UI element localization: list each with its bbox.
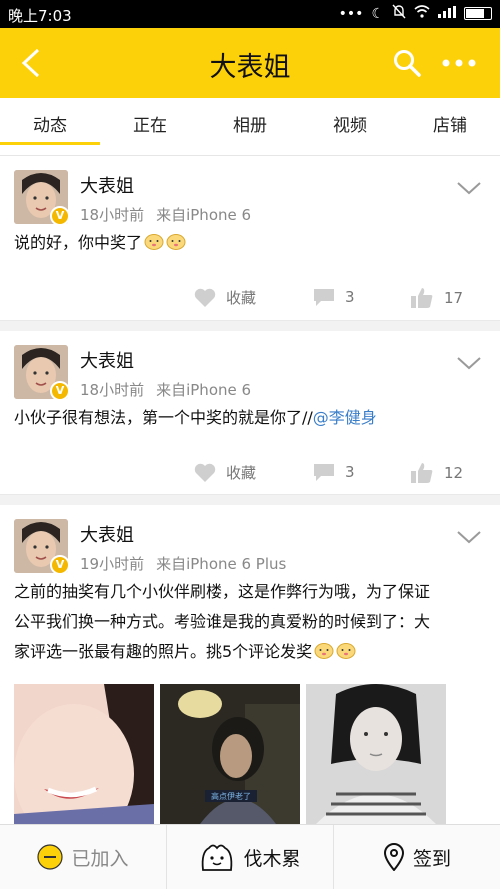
post-text: 小伙子很有想法，第一个中奖的就是你了//@李健身 [14, 403, 377, 433]
checkin-label: 签到 [412, 847, 451, 870]
verified-badge-icon: V [50, 381, 70, 401]
group-label: 伐木累 [243, 847, 301, 870]
like-button[interactable]: 12 [410, 462, 463, 484]
photo-caption: 高点伊老了 [211, 791, 251, 801]
post-text-line: 家评选一张最有趣的照片。挑5个评论发奖 [14, 637, 490, 667]
emoji-icon [336, 643, 356, 659]
post-card: V 大表姐 18小时前 来自iPhone 6 小伙子很有想法，第一个中奖的就是你了… [0, 331, 500, 495]
post-text: 之前的抽奖有几个小伙伴刷楼，这是作弊行为哦，为了保证 公平我们换一种方式。考验谁… [14, 577, 490, 667]
mute-bell-icon [392, 4, 406, 23]
post-source: 来自iPhone 6 Plus [156, 555, 287, 573]
search-icon[interactable] [392, 48, 422, 78]
post-meta: 18小时前 来自iPhone 6 [80, 379, 251, 400]
post-text-line: 公平我们换一种方式。考验谁是我的真爱粉的时候到了：大 [14, 612, 431, 631]
signal-icon [438, 5, 456, 22]
user-mention-link[interactable]: @李健身 [313, 408, 377, 427]
tab-album[interactable]: 相册 [200, 98, 300, 155]
post-text: 说的好，你中奖了 [14, 228, 186, 258]
location-pin-icon [383, 843, 404, 871]
moon-icon: ☾ [371, 5, 384, 22]
battery-icon [464, 7, 492, 20]
more-dots-icon: ••• [338, 5, 364, 22]
post-author[interactable]: 大表姐 [80, 521, 134, 547]
comment-button[interactable]: 3 [313, 462, 355, 482]
post-photo[interactable] [14, 684, 154, 824]
status-time: 晚上7:03 [8, 7, 72, 25]
favorite-button[interactable]: 收藏 [194, 462, 256, 483]
post-actions: 收藏 3 12 [0, 462, 500, 488]
joined-label: 已加入 [71, 847, 129, 870]
post-source: 来自iPhone 6 [156, 206, 252, 224]
wifi-icon [414, 5, 430, 22]
favorite-button[interactable]: 收藏 [194, 287, 256, 308]
like-button[interactable]: 17 [410, 287, 463, 309]
favorite-label: 收藏 [226, 464, 257, 482]
post-card: V 大表姐 18小时前 来自iPhone 6 说的好，你中奖了 收藏 3 17 [0, 156, 500, 321]
post-time: 19小时前 [80, 555, 145, 573]
profile-tabs: 动态 正在 相册 视频 店铺 [0, 98, 500, 156]
comment-count: 3 [345, 288, 355, 306]
thumbs-up-icon [411, 463, 433, 483]
tab-shop[interactable]: 店铺 [400, 98, 500, 155]
emoji-icon [166, 234, 186, 250]
verified-badge-icon: V [50, 555, 70, 575]
tab-video[interactable]: 视频 [300, 98, 400, 155]
post-meta: 18小时前 来自iPhone 6 [80, 204, 251, 225]
group-button[interactable]: 伐木累 [166, 825, 333, 889]
post-source: 来自iPhone 6 [156, 381, 252, 399]
tab-feed[interactable]: 动态 [0, 98, 100, 155]
like-count: 17 [444, 289, 464, 307]
chevron-down-icon[interactable] [456, 180, 482, 196]
post-text-line: 之前的抽奖有几个小伙伴刷楼，这是作弊行为哦，为了保证 [14, 582, 431, 601]
top-nav-bar: 大表姐 [0, 28, 500, 98]
comment-count: 3 [345, 463, 355, 481]
joined-button[interactable]: 已加入 [0, 825, 166, 889]
post-text-line-content: 家评选一张最有趣的照片。挑5个评论发奖 [14, 642, 313, 661]
favorite-label: 收藏 [226, 289, 257, 307]
post-actions: 收藏 3 17 [0, 287, 500, 313]
post-text-content: 说的好，你中奖了 [14, 233, 143, 252]
verified-badge-icon: V [50, 206, 70, 226]
post-photo[interactable] [306, 684, 446, 824]
joined-minus-icon [37, 844, 64, 870]
page-title: 大表姐 [209, 52, 291, 83]
mascot-icon [202, 844, 233, 871]
post-author[interactable]: 大表姐 [80, 347, 134, 373]
post-meta: 19小时前 来自iPhone 6 Plus [80, 553, 286, 574]
checkin-button[interactable]: 签到 [333, 825, 500, 889]
chevron-down-icon[interactable] [456, 355, 482, 371]
more-menu-icon[interactable] [442, 52, 476, 74]
like-count: 12 [444, 464, 464, 482]
thumbs-up-icon [411, 288, 433, 308]
status-bar: 晚上7:03 ••• ☾ [0, 0, 500, 28]
emoji-icon [144, 234, 164, 250]
comment-icon [314, 464, 334, 481]
post-photo-grid: 高点伊老了 [14, 684, 446, 824]
comment-icon [314, 289, 334, 306]
bottom-action-bar: 已加入 伐木累 签到 [0, 824, 500, 889]
post-text-content: 小伙子很有想法，第一个中奖的就是你了// [14, 408, 313, 427]
post-time: 18小时前 [80, 206, 145, 224]
heart-icon [194, 463, 216, 482]
status-icons: ••• ☾ [339, 4, 492, 23]
post-author[interactable]: 大表姐 [80, 172, 134, 198]
comment-button[interactable]: 3 [313, 287, 355, 307]
post-time: 18小时前 [80, 381, 145, 399]
emoji-icon [314, 643, 334, 659]
chevron-down-icon[interactable] [456, 529, 482, 545]
heart-icon [194, 288, 216, 307]
tab-now[interactable]: 正在 [100, 98, 200, 155]
post-photo[interactable]: 高点伊老了 [160, 684, 300, 824]
